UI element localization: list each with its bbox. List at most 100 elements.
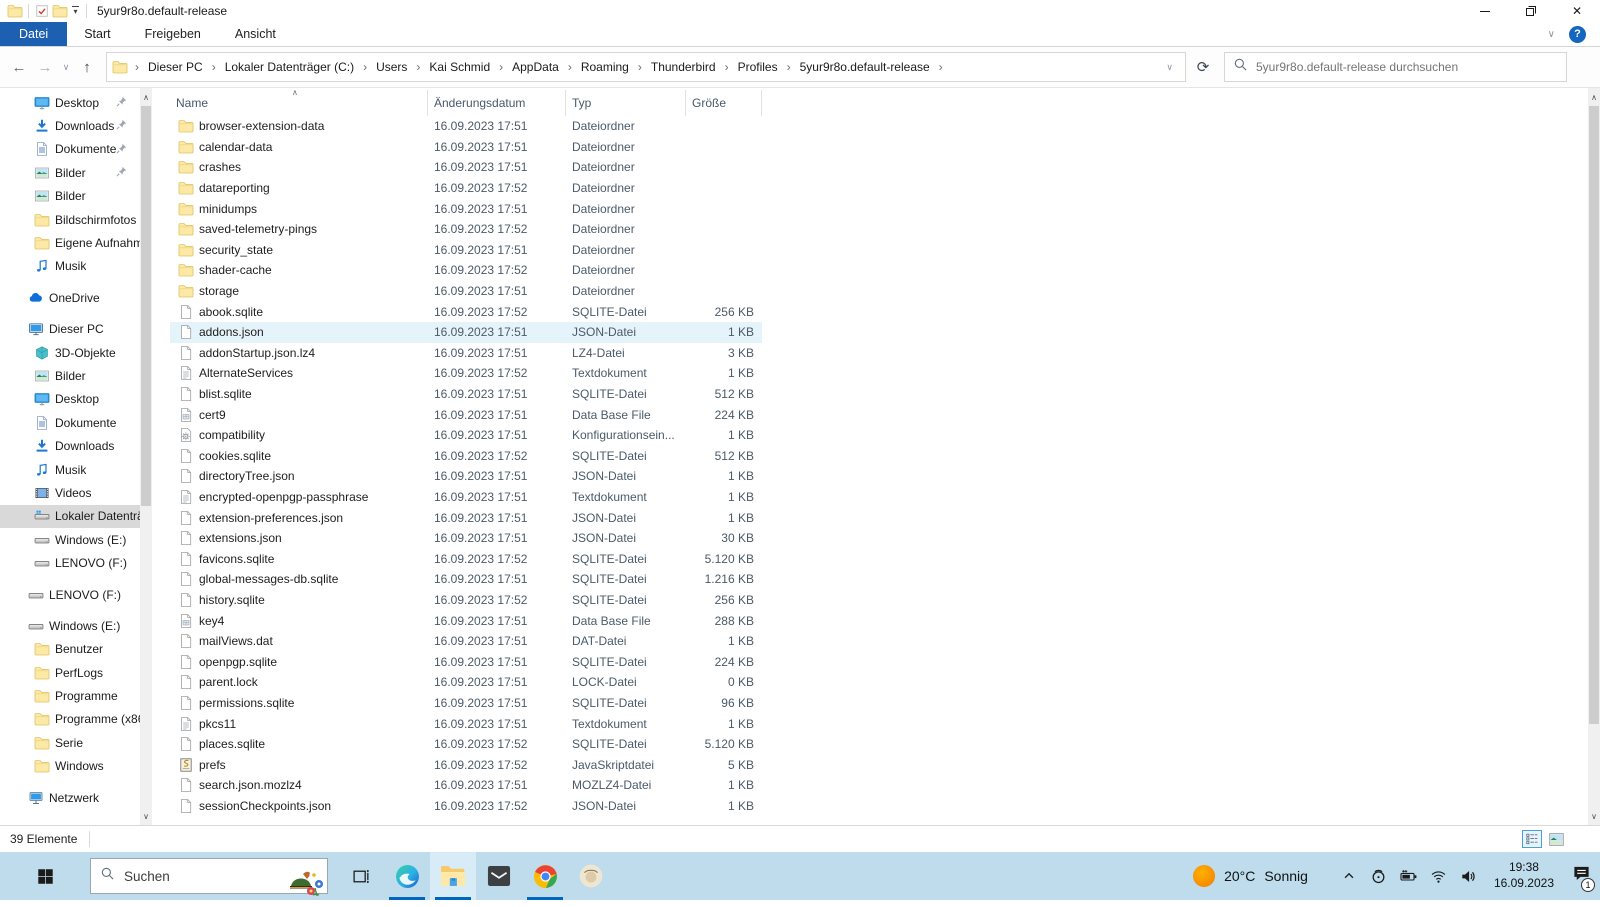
scrollbar-thumb[interactable] [141,106,151,506]
breadcrumb-separator-icon[interactable]: › [206,60,222,74]
tab-start[interactable]: Start [67,22,127,46]
tab-freigeben[interactable]: Freigeben [128,22,218,46]
file-row-openpgp-sqlite[interactable]: openpgp.sqlite16.09.2023 17:51SQLITE-Dat… [170,651,762,672]
sidebar-scrollbar[interactable]: ∧ ∨ [140,88,152,825]
breadcrumb-separator-icon[interactable]: › [410,60,426,74]
sidebar-item-desktop[interactable]: Desktop [0,388,140,411]
sidebar-item-eigene-aufnahm[interactable]: Eigene Aufnahm [0,231,140,254]
task-view-button[interactable] [338,852,384,900]
start-button[interactable] [0,852,90,900]
sidebar-item-serie[interactable]: Serie [0,731,140,754]
sidebar-item-desktop[interactable]: Desktop [0,91,140,114]
up-button[interactable]: ↑ [74,54,100,80]
sidebar-item-dokumente[interactable]: Dokumente [0,138,140,161]
sidebar-item-bilder[interactable]: Bilder [0,185,140,208]
sidebar-item-3d-objekte[interactable]: 3D-Objekte [0,341,140,364]
properties-check-icon[interactable] [33,3,51,19]
recent-locations-chevron[interactable]: ∨ [58,54,74,80]
back-button[interactable]: ← [6,54,32,80]
ribbon-collapse-chevron-icon[interactable]: ∨ [1548,29,1555,40]
sidebar-item-onedrive[interactable]: OneDrive [0,286,140,309]
breadcrumb-item-appdata[interactable]: AppData [509,56,562,78]
sidebar-item-dieser-pc[interactable]: Dieser PC [0,318,140,341]
file-row-alternateservices[interactable]: AlternateServices16.09.2023 17:52Textdok… [170,363,762,384]
taskbar-app-edge[interactable] [384,852,430,900]
file-row-minidumps[interactable]: minidumps16.09.2023 17:51Dateiordner [170,198,762,219]
scroll-down-icon[interactable]: ∨ [1588,809,1600,823]
close-button[interactable]: ✕ [1554,0,1600,22]
sidebar-item-windows[interactable]: Windows [0,755,140,778]
sidebar-item-downloads[interactable]: Downloads [0,434,140,457]
sidebar-item-perflogs[interactable]: PerfLogs [0,661,140,684]
file-row-prefs[interactable]: prefs16.09.2023 17:52JavaSkriptdatei5 KB [170,754,762,775]
file-row-abook-sqlite[interactable]: abook.sqlite16.09.2023 17:52SQLITE-Datei… [170,301,762,322]
breadcrumb-separator-icon[interactable]: › [562,60,578,74]
sidebar-item-lokaler-datenträ[interactable]: Lokaler Datenträ [0,505,140,528]
breadcrumb-separator-icon[interactable]: › [357,60,373,74]
breadcrumb-separator-icon[interactable]: › [933,60,949,74]
refresh-button[interactable]: ⟳ [1188,53,1218,81]
file-row-favicons-sqlite[interactable]: favicons.sqlite16.09.2023 17:52SQLITE-Da… [170,548,762,569]
file-row-saved-telemetry-pings[interactable]: saved-telemetry-pings16.09.2023 17:52Dat… [170,219,762,240]
file-row-encrypted-openpgp-passphrase[interactable]: encrypted-openpgp-passphrase16.09.2023 1… [170,487,762,508]
breadcrumb-separator-icon[interactable]: › [129,60,145,74]
file-row-shader-cache[interactable]: shader-cache16.09.2023 17:52Dateiordner [170,260,762,281]
column-header-typ[interactable]: Typ [566,90,686,116]
weather-widget[interactable]: 20°C Sonnig [1193,865,1308,887]
breadcrumb-item-5yur9r8o-default-release[interactable]: 5yur9r8o.default-release [797,56,933,78]
breadcrumb-separator-icon[interactable]: › [719,60,735,74]
breadcrumb-item-users[interactable]: Users [373,56,410,78]
file-row-history-sqlite[interactable]: history.sqlite16.09.2023 17:52SQLITE-Dat… [170,590,762,611]
volume-icon[interactable] [1457,852,1481,900]
search-box[interactable]: 5yur9r8o.default-release durchsuchen [1224,52,1567,82]
thumbnail-view-button[interactable] [1546,830,1566,848]
sidebar-item-benutzer[interactable]: Benutzer [0,638,140,661]
file-row-compatibility[interactable]: compatibility16.09.2023 17:51Konfigurati… [170,425,762,446]
help-button[interactable]: ? [1569,26,1586,43]
file-row-parent-lock[interactable]: parent.lock16.09.2023 17:51LOCK-Datei0 K… [170,672,762,693]
chevron-up-icon[interactable] [1337,852,1361,900]
file-row-mailviews-dat[interactable]: mailViews.dat16.09.2023 17:51DAT-Datei1 … [170,631,762,652]
file-row-datareporting[interactable]: datareporting16.09.2023 17:52Dateiordner [170,178,762,199]
file-row-browser-extension-data[interactable]: browser-extension-data16.09.2023 17:51Da… [170,116,762,137]
file-row-extension-preferences-json[interactable]: extension-preferences.json16.09.2023 17:… [170,507,762,528]
address-dropdown-chevron-icon[interactable]: ∨ [1158,62,1181,73]
details-view-button[interactable] [1522,830,1542,848]
file-row-partial[interactable] [170,816,762,825]
breadcrumb-item-roaming[interactable]: Roaming [578,56,632,78]
sidebar-item-netzwerk[interactable]: Netzwerk [0,786,140,809]
file-row-cookies-sqlite[interactable]: cookies.sqlite16.09.2023 17:52SQLITE-Dat… [170,446,762,467]
file-row-security-state[interactable]: security_state16.09.2023 17:51Dateiordne… [170,240,762,261]
taskbar-app-mail[interactable] [476,852,522,900]
file-row-pkcs11[interactable]: pkcs1116.09.2023 17:51Textdokument1 KB [170,713,762,734]
sidebar-item-bilder[interactable]: Bilder [0,364,140,387]
file-row-storage[interactable]: storage16.09.2023 17:51Dateiordner [170,281,762,302]
customize-chevron-icon[interactable]: ▾ [72,6,79,16]
scroll-down-icon[interactable]: ∨ [140,809,152,823]
breadcrumb-item-lokaler-datenträger-c[interactable]: Lokaler Datenträger (C:) [222,56,357,78]
breadcrumb-item-kai-schmid[interactable]: Kai Schmid [426,56,493,78]
tab-ansicht[interactable]: Ansicht [218,22,293,46]
file-row-crashes[interactable]: crashes16.09.2023 17:51Dateiordner [170,157,762,178]
taskbar-app-explorer[interactable] [430,852,476,900]
breadcrumb-separator-icon[interactable]: › [632,60,648,74]
sidebar-item-lenovo-f[interactable]: LENOVO (F:) [0,551,140,574]
sidebar-item-windows-e[interactable]: Windows (E:) [0,614,140,637]
clock[interactable]: 19:38 16.09.2023 [1494,860,1554,891]
file-row-permissions-sqlite[interactable]: permissions.sqlite16.09.2023 17:51SQLITE… [170,693,762,714]
sidebar-item-windows-e[interactable]: Windows (E:) [0,528,140,551]
file-row-search-json-mozlz4[interactable]: search.json.mozlz416.09.2023 17:51MOZLZ4… [170,775,762,796]
taskbar-app-round[interactable] [568,852,614,900]
breadcrumb-separator-icon[interactable]: › [781,60,797,74]
tab-datei[interactable]: Datei [0,22,67,46]
taskbar-app-chrome[interactable] [522,852,568,900]
breadcrumb-separator-icon[interactable]: › [493,60,509,74]
file-row-key4[interactable]: key416.09.2023 17:51Data Base File288 KB [170,610,762,631]
scrollbar-thumb[interactable] [1589,106,1599,724]
column-header-name[interactable]: Name [170,90,428,116]
column-header-größe[interactable]: Größe [686,90,762,116]
sidebar-item-programme-x86[interactable]: Programme (x86 [0,708,140,731]
file-row-global-messages-db-sqlite[interactable]: global-messages-db.sqlite16.09.2023 17:5… [170,569,762,590]
sidebar-item-lenovo-f[interactable]: LENOVO (F:) [0,583,140,606]
scroll-up-icon[interactable]: ∧ [140,90,152,104]
